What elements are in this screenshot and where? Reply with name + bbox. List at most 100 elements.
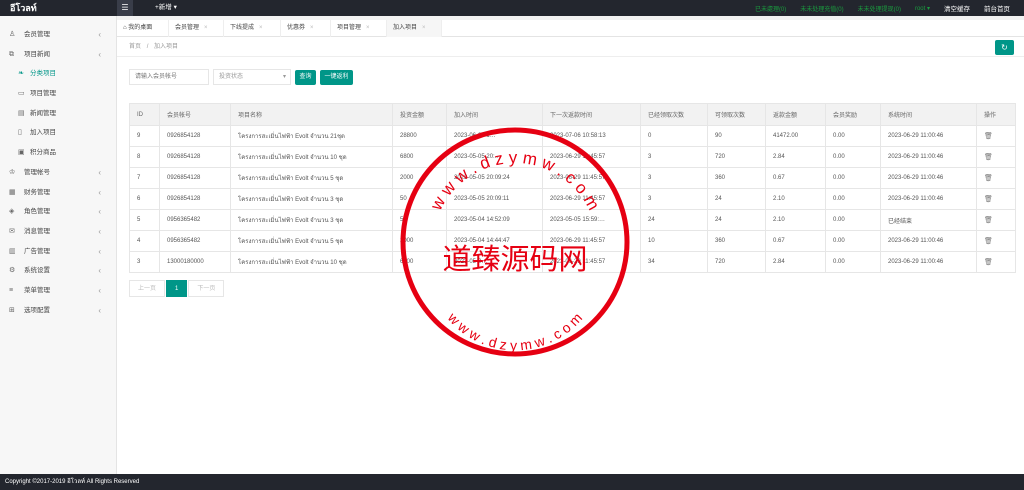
tab-projects[interactable]: 项目管理 × [331, 20, 387, 37]
table-cell: 2023-06-29 11:45:57 [542, 251, 641, 273]
one-click-rebate-button[interactable]: 一键返利 [320, 70, 353, 85]
next-page-button[interactable]: 下一页 [188, 280, 225, 297]
chevron-left-icon: ‹ [98, 305, 101, 315]
refresh-button[interactable]: ↻ [995, 40, 1014, 55]
table-cell: 90 [707, 125, 766, 147]
table-row: 5 0956365482 โครงการสะเมิ่นไฟฟ้า Evolt จำน… [129, 209, 1016, 231]
table-cell: 2.84 [765, 251, 826, 273]
page-button-current[interactable]: 1 [166, 280, 188, 297]
action-cell: 🗑 [976, 230, 1016, 252]
chevron-left-icon: ‹ [98, 266, 101, 276]
prev-page-button[interactable]: 上一页 [129, 280, 166, 297]
caret-down-icon: ▾ [926, 5, 930, 12]
trash-icon[interactable]: 🗑 [984, 175, 993, 182]
close-icon[interactable]: × [259, 25, 263, 31]
sidebar-item-system-settings[interactable]: ⚙ 系统设置 ‹ [0, 261, 116, 281]
sidebar-item-members[interactable]: ♙ 会员管理 ‹ [0, 25, 116, 45]
sidebar-item-options[interactable]: ⊞ 选项配置 ‹ [0, 301, 116, 321]
table-cell: 720 [707, 146, 766, 168]
sidebar-item-label: 分类项目 [30, 70, 56, 78]
close-icon[interactable]: × [310, 25, 314, 31]
sidebar-item-project-news[interactable]: ⧉ 项目新闻 ‹ [0, 45, 116, 65]
table-cell: 0.67 [765, 230, 826, 252]
stat-link-2[interactable]: 未未处理提现(0) [858, 4, 901, 13]
table-row: 8 0926854128 โครงการสะเมิ่นไฟฟ้า Evolt จำน… [129, 146, 1016, 168]
tab-desktop[interactable]: ⌂ 我的桌面 [117, 20, 169, 37]
sidebar-item-news-manage[interactable]: ▤ 新闻管理 [0, 104, 116, 124]
stat-link-0[interactable]: 已未處理(0) [755, 4, 786, 13]
table-cell: 0956365482 [159, 230, 231, 252]
close-icon[interactable]: × [204, 25, 208, 31]
trash-icon[interactable]: 🗑 [984, 154, 993, 161]
trash-icon[interactable]: 🗑 [984, 259, 993, 266]
table-cell: 0.00 [825, 146, 881, 168]
table-cell: 2023-06-29 11:00:46 [880, 125, 977, 147]
query-button[interactable]: 查询 [295, 70, 316, 85]
chevron-left-icon: ‹ [98, 167, 101, 177]
new-menu-dropdown[interactable]: +新增 ▾ [155, 0, 177, 16]
sidebar-item-admin-accounts[interactable]: ♔ 管理帐号 ‹ [0, 163, 116, 183]
front-home-link[interactable]: 前台首页 [984, 3, 1010, 13]
sidebar-item-label: 广告管理 [24, 247, 50, 255]
column-header: 系统时间 [880, 103, 977, 126]
sidebar-item-points-goods[interactable]: ▣ 积分商品 [0, 143, 116, 163]
sidebar-item-label: 管理帐号 [24, 168, 50, 176]
tab-join-project[interactable]: 加入项目 × [387, 20, 442, 37]
column-header: 加入时间 [446, 103, 543, 126]
close-icon[interactable]: × [422, 25, 426, 31]
table-cell: 2023-06-29 11:45:57 [542, 230, 641, 252]
column-header: 可领取次数 [707, 103, 766, 126]
sidebar-item-finance[interactable]: ▦ 财务管理 ‹ [0, 183, 116, 203]
sidebar-item-menus[interactable]: ≡ 菜单管理 ‹ [0, 281, 116, 301]
invest-status-select[interactable]: 投资状态 ▾ [213, 69, 291, 85]
table-cell: 3 [640, 146, 708, 168]
column-header: 下一次返款时间 [542, 103, 641, 126]
sidebar-item-roles[interactable]: ◈ 角色管理 ‹ [0, 202, 116, 222]
sidebar-item-category[interactable]: ❧ 分类项目 [0, 64, 116, 84]
table-cell: 2023-05-0… [446, 251, 543, 273]
table-cell: 360 [707, 230, 766, 252]
hamburger-icon[interactable]: ☰ [117, 0, 133, 16]
sidebar-item-ads[interactable]: ▥ 广告管理 ‹ [0, 242, 116, 262]
app-logo[interactable]: อีโวลท์ [0, 0, 117, 16]
tab-commission[interactable]: 下线提成 × [224, 20, 281, 37]
trash-icon[interactable]: 🗑 [984, 238, 993, 245]
file-icon: ▯ [18, 129, 22, 137]
member-account-search-input[interactable] [129, 69, 209, 85]
table-cell: 50 [392, 209, 447, 231]
close-icon[interactable]: × [366, 25, 370, 31]
sidebar-item-label: 选项配置 [24, 306, 50, 314]
clear-cache-link[interactable]: 清空缓存 [944, 3, 970, 13]
table-cell: 2000 [392, 167, 447, 189]
sidebar-item-project-manage[interactable]: ▭ 项目管理 [0, 84, 116, 104]
sidebar: ♙ 会员管理 ‹ ⧉ 项目新闻 ‹ ❧ 分类项目 ▭ 项目管理 ▤ 新闻管理 ▯ 加入项目 ▣ 积… [0, 16, 117, 474]
sidebar-item-messages[interactable]: ✉ 消息管理 ‹ [0, 222, 116, 242]
main-content: 投资状态 ▾ 查询 一键返利 ID 会员帐号 项目名称 投资金额 加入时间 下一次… [117, 57, 1024, 474]
select-placeholder: 投资状态 [219, 74, 244, 80]
trash-icon[interactable]: 🗑 [984, 217, 993, 224]
join-project-table: ID 会员帐号 项目名称 投资金额 加入时间 下一次返款时间 已经领取次数 可领… [129, 103, 1016, 273]
chevron-left-icon: ‹ [98, 49, 101, 59]
table-cell: โครงการสะเมิ่นไฟฟ้า Evolt จำนวน 10 ชุด [230, 146, 393, 168]
table-cell: 3 [640, 188, 708, 210]
tab-members[interactable]: 会员管理 × [169, 20, 224, 37]
menu-icon: ≡ [9, 286, 14, 294]
breadcrumb-home[interactable]: 首页 [129, 44, 141, 50]
table-header-row: ID 会员帐号 项目名称 投资金额 加入时间 下一次返款时间 已经领取次数 可领… [129, 103, 1016, 126]
trash-icon[interactable]: 🗑 [984, 133, 993, 140]
tab-coupon[interactable]: 优惠券 × [281, 20, 331, 37]
sidebar-item-label: 财务管理 [24, 188, 50, 196]
table-cell: 720 [707, 251, 766, 273]
table-cell: 2023-06-29 11:00:46 [880, 230, 977, 252]
trash-icon[interactable]: 🗑 [984, 196, 993, 203]
table-cell: 2023-06-29 11:45:57 [542, 146, 641, 168]
home-icon: ⌂ [123, 25, 127, 31]
stat-link-1[interactable]: 未未处理充值(0) [800, 4, 843, 13]
table-cell: 8 [129, 146, 160, 168]
sidebar-item-join-project[interactable]: ▯ 加入项目 [0, 123, 116, 143]
table-cell: 2023-06-29 11:45:57 [542, 167, 641, 189]
gift-icon: ▣ [18, 149, 25, 157]
user-menu[interactable]: root ▾ [915, 5, 930, 12]
sidebar-item-label: 系统设置 [24, 267, 50, 275]
column-header: ID [129, 103, 160, 126]
